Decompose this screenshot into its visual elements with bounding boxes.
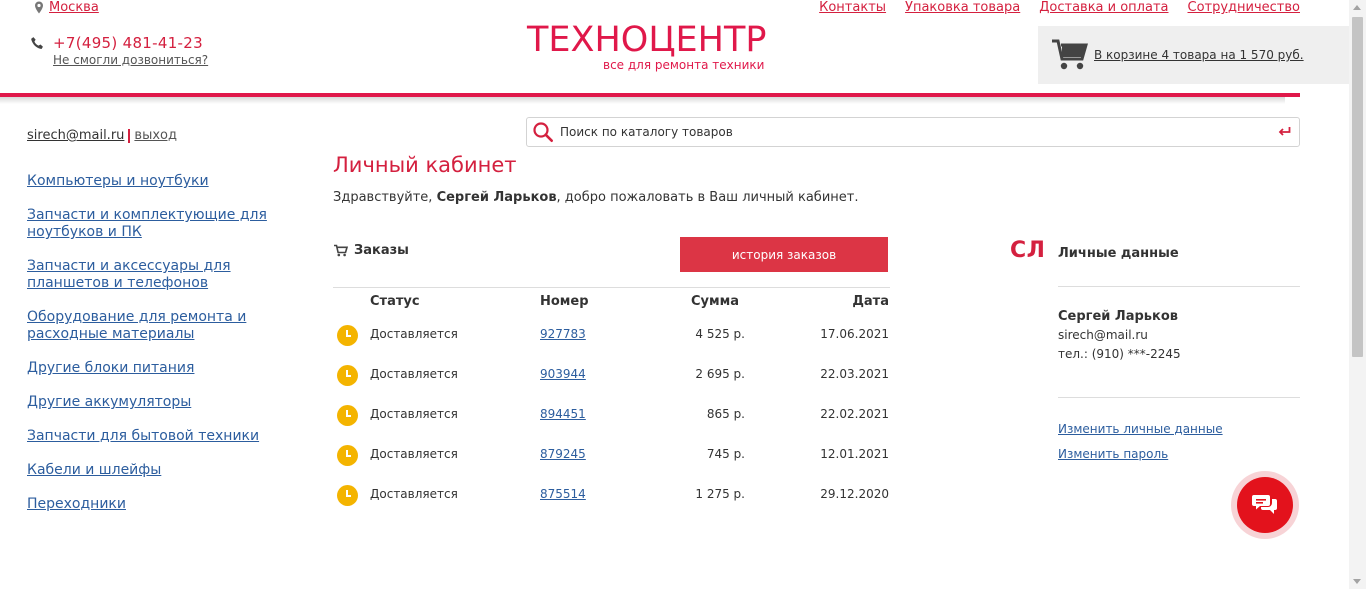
- search-bar: [526, 117, 1300, 147]
- scrollbar[interactable]: [1349, 0, 1366, 589]
- divider: [1058, 286, 1300, 287]
- city-selector[interactable]: Москва: [34, 0, 99, 15]
- orders-title: Заказы: [354, 243, 409, 258]
- orders-heading: Заказы: [333, 243, 409, 258]
- order-sum: 2 695 р.: [695, 367, 745, 381]
- top-nav: Контакты Упаковка товара Доставка и опла…: [819, 0, 1300, 15]
- clock-icon: [337, 365, 358, 386]
- catalog-item-cables[interactable]: Кабели и шлейфы: [27, 462, 161, 479]
- search-icon[interactable]: [532, 121, 554, 143]
- clock-icon: [337, 405, 358, 426]
- cart-icon: [334, 244, 348, 257]
- clock-icon: [337, 445, 358, 466]
- order-date: 22.02.2021: [820, 407, 889, 421]
- cart-widget[interactable]: В корзине 4 товара на 1 570 руб.: [1038, 26, 1366, 84]
- logo[interactable]: ТЕХНОЦЕНТР все для ремонта техники: [527, 20, 777, 76]
- location-pin-icon: [35, 1, 43, 14]
- greeting-suffix: , добро пожаловать в Ваш личный кабинет.: [556, 190, 859, 205]
- nav-link-delivery[interactable]: Доставка и оплата: [1039, 0, 1168, 15]
- divider: [1058, 397, 1300, 398]
- order-number-link[interactable]: 903944: [540, 367, 586, 381]
- phone-block: +7(495) 481-41-23 Не смогли дозвониться?: [30, 34, 208, 67]
- page-title: Личный кабинет: [333, 153, 517, 177]
- catalog-item-laptop-parts[interactable]: Запчасти и комплектующие для ноутбуков и…: [27, 207, 307, 241]
- logout-link[interactable]: выход: [134, 128, 177, 143]
- catalog-item-computers[interactable]: Компьютеры и ноутбуки: [27, 173, 209, 190]
- order-number-link[interactable]: 875514: [540, 487, 586, 501]
- header-shadow: [0, 97, 1285, 104]
- search-input[interactable]: [560, 125, 1260, 139]
- order-date: 12.01.2021: [820, 447, 889, 461]
- greeting-user-name: Сергей Ларьков: [436, 190, 557, 205]
- phone-icon: [31, 36, 43, 49]
- greeting: Здравствуйте, Сергей Ларьков, добро пожа…: [333, 190, 858, 205]
- scrollbar-thumb[interactable]: [1352, 17, 1363, 357]
- order-status: Доставляется: [370, 367, 458, 381]
- order-status: Доставляется: [370, 447, 458, 461]
- table-row: Доставляется 875514 1 275 р. 29.12.2020: [333, 475, 890, 515]
- personal-data-title: Личные данные: [1058, 246, 1179, 261]
- chat-button-inner[interactable]: [1237, 477, 1293, 533]
- chat-button[interactable]: [1231, 471, 1299, 539]
- catalog-item-tablet-parts[interactable]: Запчасти и аксессуары для планшетов и те…: [27, 258, 307, 292]
- city-name[interactable]: Москва: [49, 0, 99, 15]
- personal-phone: тел.: (910) ***-2245: [1058, 347, 1181, 361]
- phone-number[interactable]: +7(495) 481-41-23: [53, 34, 203, 52]
- avatar: СЛ: [1010, 238, 1046, 263]
- catalog-item-appliance-parts[interactable]: Запчасти для бытовой техники: [27, 428, 259, 445]
- table-row: Доставляется 903944 2 695 р. 22.03.2021: [333, 355, 890, 395]
- nav-link-packaging[interactable]: Упаковка товара: [905, 0, 1020, 15]
- order-sum: 1 275 р.: [695, 487, 745, 501]
- callback-link[interactable]: Не смогли дозвониться?: [53, 53, 208, 67]
- orders-table-header: Статус Номер Сумма Дата: [333, 287, 890, 315]
- column-header-date: Дата: [852, 294, 889, 309]
- order-number-link[interactable]: 894451: [540, 407, 586, 421]
- separator: [128, 128, 131, 143]
- change-password-link[interactable]: Изменить пароль: [1058, 447, 1168, 461]
- column-header-sum: Сумма: [691, 294, 740, 309]
- logo-text: ТЕХНОЦЕНТР: [527, 20, 767, 60]
- scroll-down-arrow-icon[interactable]: [1353, 579, 1361, 584]
- cart-summary-link[interactable]: В корзине 4 товара на 1 570 руб.: [1094, 48, 1304, 62]
- scroll-up-arrow-icon[interactable]: [1353, 5, 1361, 10]
- catalog-item-batteries[interactable]: Другие аккумуляторы: [27, 394, 191, 411]
- clock-icon: [337, 485, 358, 506]
- order-date: 29.12.2020: [820, 487, 889, 501]
- catalog-item-repair-equipment[interactable]: Оборудование для ремонта и расходные мат…: [27, 309, 307, 343]
- catalog-item-adapters[interactable]: Переходники: [27, 496, 126, 513]
- table-row: Доставляется 879245 745 р. 12.01.2021: [333, 435, 890, 475]
- cart-icon: [1052, 39, 1088, 70]
- column-header-status: Статус: [370, 294, 420, 309]
- table-row: Доставляется 894451 865 р. 22.02.2021: [333, 395, 890, 435]
- nav-link-cooperation[interactable]: Сотрудничество: [1188, 0, 1301, 15]
- order-status: Доставляется: [370, 327, 458, 341]
- catalog-item-power-supplies[interactable]: Другие блоки питания: [27, 360, 194, 377]
- order-sum: 745 р.: [706, 447, 745, 461]
- personal-name: Сергей Ларьков: [1058, 309, 1178, 324]
- order-status: Доставляется: [370, 487, 458, 501]
- order-history-button[interactable]: история заказов: [680, 237, 888, 272]
- personal-email: sirech@mail.ru: [1058, 328, 1148, 342]
- order-sum: 865 р.: [706, 407, 745, 421]
- user-row: sirech@mail.ru выход: [27, 128, 177, 143]
- logo-tagline: все для ремонта техники: [603, 58, 765, 72]
- nav-link-contacts[interactable]: Контакты: [819, 0, 886, 15]
- order-sum: 4 525 р.: [695, 327, 745, 341]
- user-email-link[interactable]: sirech@mail.ru: [27, 128, 124, 143]
- clock-icon: [337, 325, 358, 346]
- order-date: 17.06.2021: [820, 327, 889, 341]
- table-row: Доставляется 927783 4 525 р. 17.06.2021: [333, 315, 890, 355]
- greeting-prefix: Здравствуйте,: [333, 190, 437, 205]
- edit-personal-data-link[interactable]: Изменить личные данные: [1058, 422, 1223, 436]
- chat-icon: [1252, 495, 1277, 514]
- order-date: 22.03.2021: [820, 367, 889, 381]
- order-status: Доставляется: [370, 407, 458, 421]
- order-number-link[interactable]: 879245: [540, 447, 586, 461]
- orders-table: Статус Номер Сумма Дата Доставляется 927…: [333, 287, 890, 515]
- order-number-link[interactable]: 927783: [540, 327, 586, 341]
- column-header-number: Номер: [540, 294, 589, 309]
- enter-icon[interactable]: [1278, 126, 1291, 137]
